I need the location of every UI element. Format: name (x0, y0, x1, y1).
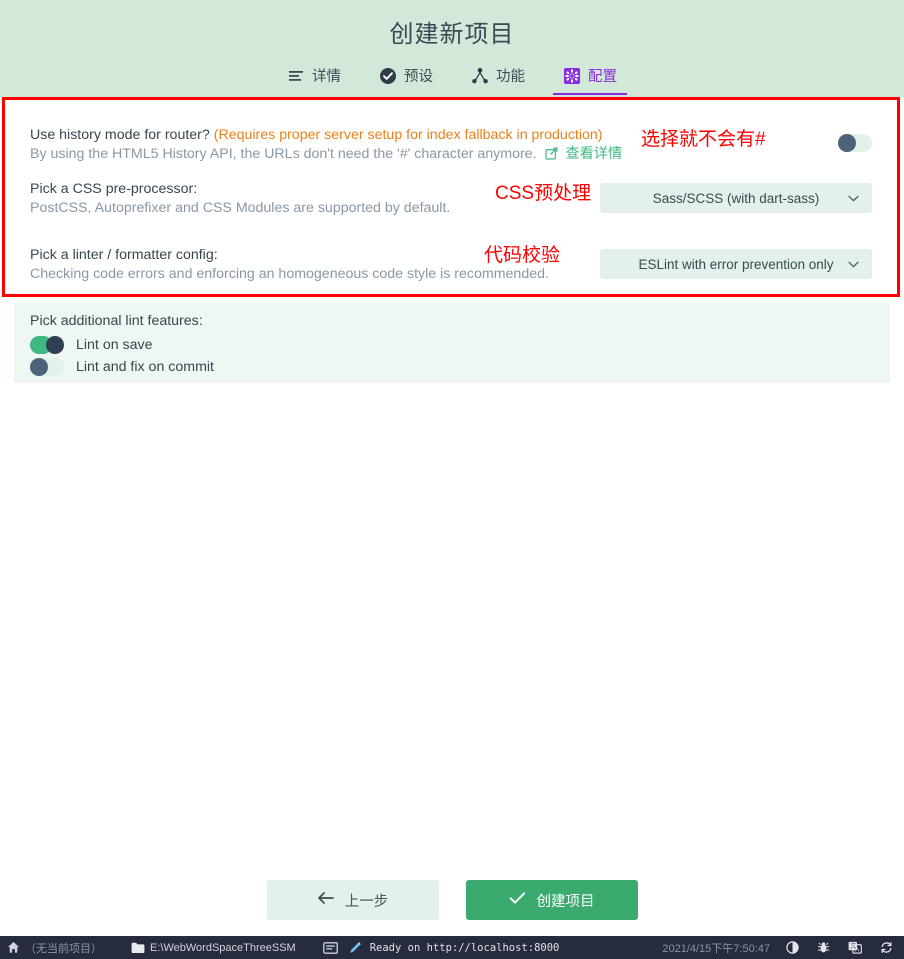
status-folder-item[interactable]: E:\WebWordSpaceThreeSSM (109, 936, 303, 959)
arrow-left-icon (317, 891, 334, 909)
lint-on-save-label: Lint on save (76, 337, 153, 353)
check-icon (509, 891, 526, 909)
tab-bar: 详情 预设 功能 配置 (0, 62, 904, 95)
status-translate-button[interactable]: 文 A (839, 936, 871, 959)
gear-icon (563, 67, 581, 85)
tab-presets-label: 预设 (404, 69, 433, 85)
pencil-icon (349, 941, 362, 954)
status-sync-button[interactable] (871, 936, 904, 959)
toggle-knob (30, 358, 48, 376)
check-circle-icon (379, 67, 397, 85)
status-bug-button[interactable] (808, 936, 839, 959)
linter-config-value: ESLint with error prevention only (638, 256, 834, 272)
annotation-css-preprocessor: CSS预处理 (495, 183, 592, 204)
bug-icon (817, 941, 830, 954)
lint-features-section: Pick additional lint features: Lint on s… (14, 303, 890, 383)
status-project-item[interactable]: （无当前项目） (0, 936, 109, 959)
create-project-label: 创建项目 (536, 893, 595, 910)
tab-configuration[interactable]: 配置 (553, 62, 627, 95)
status-terminal-item[interactable] (303, 936, 345, 959)
tab-details-label: 详情 (312, 69, 341, 85)
list-icon (287, 67, 305, 85)
chevron-down-icon (848, 255, 859, 273)
sitemap-icon (471, 67, 489, 85)
lint-feature-lint-on-save[interactable]: Lint on save (30, 334, 890, 356)
view-details-link[interactable]: 查看详情 (565, 146, 622, 162)
translate-icon: 文 A (848, 941, 862, 954)
prompt-history-mode-hint: (Requires proper server setup for index … (213, 127, 603, 143)
status-task-label: Ready on http://localhost:8000 (369, 941, 560, 954)
home-icon (7, 941, 20, 954)
tab-features[interactable]: 功能 (469, 62, 527, 95)
app-window: 创建新项目 详情 预设 功能 配置 Use history mode for r… (0, 0, 904, 959)
previous-step-button[interactable]: 上一步 (266, 880, 439, 920)
create-project-button[interactable]: 创建项目 (465, 880, 638, 920)
status-time: 2021/4/15下午7:50:47 (655, 936, 777, 959)
terminal-icon (322, 941, 338, 954)
status-time-label: 2021/4/15下午7:50:47 (662, 942, 770, 955)
status-task-item[interactable]: Ready on http://localhost:8000 (345, 936, 567, 959)
page-title: 创建新项目 (389, 21, 515, 48)
lint-on-save-toggle[interactable] (30, 336, 64, 354)
sync-icon (880, 941, 893, 954)
history-mode-toggle[interactable] (838, 134, 872, 152)
status-project-label: （无当前项目） (25, 942, 102, 955)
prompt-history-mode-question-text: Use history mode for router? (30, 127, 210, 143)
lint-feature-lint-fix-on-commit[interactable]: Lint and fix on commit (30, 356, 890, 378)
prompt-row-linter: Pick a linter / formatter config: Checki… (14, 230, 890, 292)
status-bar: （无当前项目） E:\WebWordSpaceThreeSSM Ready on… (0, 936, 904, 959)
tab-presets[interactable]: 预设 (377, 62, 435, 95)
previous-step-label: 上一步 (344, 893, 389, 910)
tab-configuration-label: 配置 (588, 69, 617, 85)
tab-details[interactable]: 详情 (285, 62, 343, 95)
status-contrast-button[interactable] (777, 936, 808, 959)
linter-config-select[interactable]: ESLint with error prevention only (600, 249, 872, 279)
annotation-linter: 代码校验 (484, 245, 561, 266)
lint-fix-on-commit-toggle[interactable] (30, 358, 64, 376)
css-preprocessor-select[interactable]: Sass/SCSS (with dart-sass) (600, 183, 872, 213)
header: 创建新项目 详情 预设 功能 配置 (0, 0, 904, 97)
css-preprocessor-value: Sass/SCSS (with dart-sass) (652, 190, 820, 206)
status-folder-label: E:\WebWordSpaceThreeSSM (150, 941, 296, 954)
chevron-down-icon (848, 189, 859, 207)
prompt-history-mode-description-text: By using the HTML5 History API, the URLs… (30, 146, 537, 162)
prompt-row-css-preprocessor: Pick a CSS pre-processor: PostCSS, Autop… (14, 164, 890, 230)
toggle-knob (838, 134, 856, 152)
tab-features-label: 功能 (496, 69, 525, 85)
toggle-knob (46, 336, 64, 354)
contrast-icon (786, 941, 799, 954)
footer-actions: 上一步 创建项目 (0, 880, 904, 920)
annotation-history-mode: 选择就不会有# (641, 129, 766, 150)
svg-text:A: A (855, 947, 859, 953)
lint-features-title: Pick additional lint features: (30, 313, 203, 329)
lint-fix-on-commit-label: Lint and fix on commit (76, 359, 214, 375)
folder-icon (131, 942, 145, 954)
